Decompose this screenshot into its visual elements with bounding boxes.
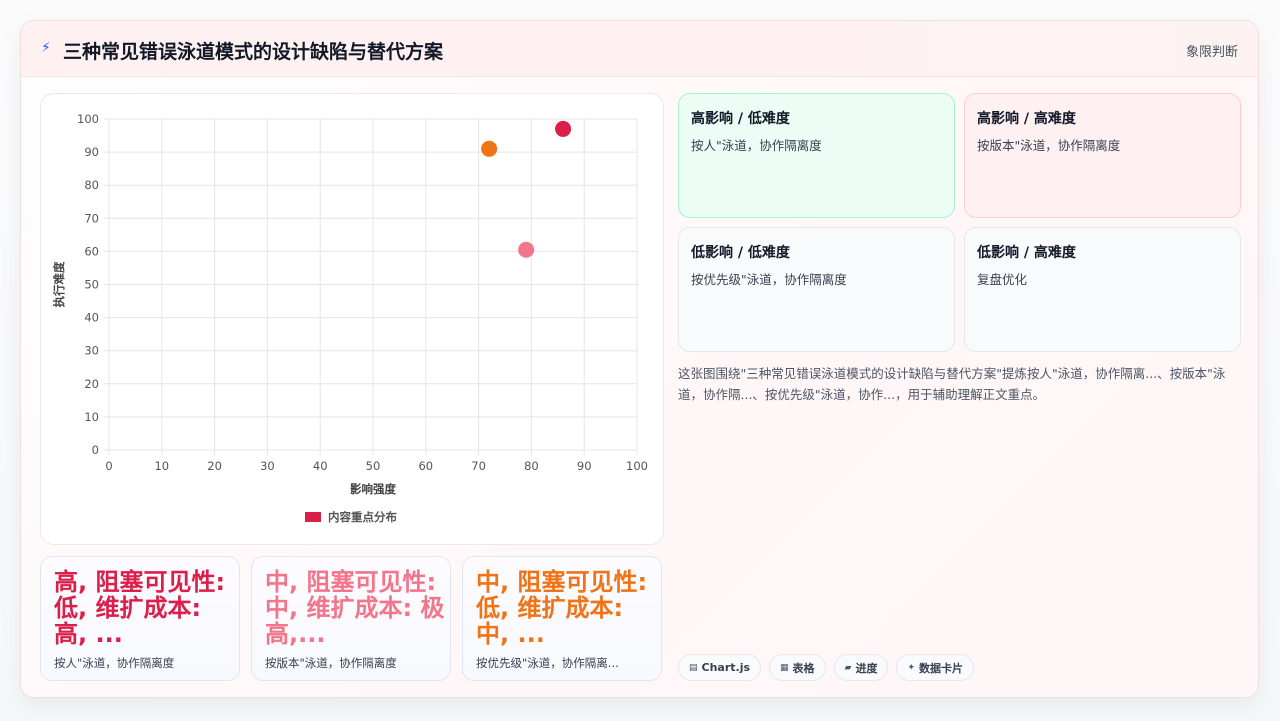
tag-progress[interactable]: ▰ 进度 xyxy=(833,654,889,681)
x-axis-label: 影响强度 xyxy=(350,482,396,496)
quadrant-desc: 按版本"泳道，协作隔离度 xyxy=(977,138,1121,153)
x-tick-label: 0 xyxy=(105,459,112,473)
metric-value: 中, 阻塞可见性: 低, 维扩成本: 中, ... xyxy=(476,568,648,648)
metric-value: 高, 阻塞可见性: 低, 维扩成本: 高, ... xyxy=(54,568,226,648)
y-tick-label: 70 xyxy=(84,211,99,225)
quadrant-title: 低影响 / 低难度 xyxy=(691,245,790,261)
scatter-point xyxy=(555,120,572,137)
chart-icon: ▤ xyxy=(689,662,698,673)
metric-card-3: 中, 阻塞可见性: 低, 维扩成本: 中, ... 按优先级"泳道，协作隔离..… xyxy=(462,556,662,681)
tag-label: Chart.js xyxy=(701,661,751,674)
legend-label: 内容重点分布 xyxy=(328,510,397,524)
y-tick-label: 50 xyxy=(84,278,99,292)
x-tick-label: 90 xyxy=(577,459,592,473)
x-tick-label: 80 xyxy=(524,459,539,473)
y-tick-label: 10 xyxy=(84,410,99,424)
progress-icon: ▰ xyxy=(844,662,852,673)
quadrant-desc: 按人"泳道，协作隔离度 xyxy=(691,138,822,153)
quadrant-title: 高影响 / 高难度 xyxy=(977,111,1076,127)
chart-panel: 0 10 20 30 40 50 60 70 80 90 100 0 10 20 30 40 50 60 70 80 9… xyxy=(40,93,664,545)
y-tick-label: 100 xyxy=(77,112,99,126)
y-tick-label: 90 xyxy=(84,145,99,159)
metric-label: 按优先级"泳道，协作隔离... xyxy=(476,656,619,670)
lightning-icon: ⚡ xyxy=(41,40,51,56)
tag-label: 进度 xyxy=(855,661,878,675)
header: ⚡ 三种常见错误泳道模式的设计缺陷与替代方案 象限判断 xyxy=(21,21,1258,77)
y-tick-label: 0 xyxy=(92,443,99,457)
metric-card-2: 中, 阻塞可见性: 中, 维扩成本: 极高,... 按版本"泳道，协作隔离度 xyxy=(251,556,451,681)
y-axis-label: 执行难度 xyxy=(52,261,66,307)
y-tick-label: 30 xyxy=(84,344,99,358)
main-card: ⚡ 三种常见错误泳道模式的设计缺陷与替代方案 象限判断 0 10 20 30 40 50 6… xyxy=(20,20,1259,698)
scatter-point xyxy=(481,140,498,157)
metric-label: 按人"泳道，协作隔离度 xyxy=(54,656,175,670)
scatter-chart: 0 10 20 30 40 50 60 70 80 90 100 0 10 20 30 40 50 60 70 80 9… xyxy=(52,112,648,524)
table-icon: ▦ xyxy=(780,662,789,673)
tag-data-card[interactable]: ✦ 数据卡片 xyxy=(896,654,975,681)
tag-list: ▤ Chart.js ▦ 表格 ▰ 进度 ✦ 数据卡片 xyxy=(678,654,975,681)
page-title: 三种常见错误泳道模式的设计缺陷与替代方案 xyxy=(63,41,444,63)
quadrant-low-impact-low-difficulty: 低影响 / 低难度 按优先级"泳道，协作隔离度 xyxy=(678,227,955,352)
x-tick-label: 20 xyxy=(207,459,222,473)
tag-table[interactable]: ▦ 表格 xyxy=(769,654,826,681)
quadrant-high-impact-low-difficulty: 高影响 / 低难度 按人"泳道，协作隔离度 xyxy=(678,93,955,218)
x-tick-label: 70 xyxy=(471,459,486,473)
x-tick-label: 50 xyxy=(366,459,381,473)
scatter-point xyxy=(518,241,535,258)
header-tag: 象限判断 xyxy=(1185,45,1238,60)
y-tick-label: 40 xyxy=(84,311,99,325)
x-tick-label: 40 xyxy=(313,459,328,473)
x-tick-label: 60 xyxy=(418,459,433,473)
y-tick-label: 60 xyxy=(84,244,99,258)
tag-chartjs[interactable]: ▤ Chart.js xyxy=(678,654,762,681)
quadrant-low-impact-high-difficulty: 低影响 / 高难度 复盘优化 xyxy=(964,227,1241,352)
x-tick-label: 30 xyxy=(260,459,275,473)
y-tick-label: 20 xyxy=(84,377,99,391)
quadrant-desc: 复盘优化 xyxy=(977,272,1028,287)
x-tick-label: 10 xyxy=(154,459,169,473)
legend-swatch xyxy=(305,512,321,522)
sparkle-icon: ✦ xyxy=(907,662,916,673)
quadrant-title: 低影响 / 高难度 xyxy=(977,245,1076,261)
metric-label: 按版本"泳道，协作隔离度 xyxy=(265,656,397,670)
tag-label: 表格 xyxy=(792,661,815,675)
x-tick-label: 100 xyxy=(626,459,648,473)
quadrant-desc: 按优先级"泳道，协作隔离度 xyxy=(691,272,847,287)
quadrant-title: 高影响 / 低难度 xyxy=(691,111,790,127)
y-tick-label: 80 xyxy=(84,178,99,192)
metric-card-1: 高, 阻塞可见性: 低, 维扩成本: 高, ... 按人"泳道，协作隔离度 xyxy=(40,556,240,681)
tag-label: 数据卡片 xyxy=(919,661,964,675)
quadrant-high-impact-high-difficulty: 高影响 / 高难度 按版本"泳道，协作隔离度 xyxy=(964,93,1241,218)
summary-text: 这张图围绕"三种常见错误泳道模式的设计缺陷与替代方案"提炼按人"泳道，协作隔离.… xyxy=(678,366,1226,402)
metric-value: 中, 阻塞可见性: 中, 维扩成本: 极高,... xyxy=(265,568,445,648)
